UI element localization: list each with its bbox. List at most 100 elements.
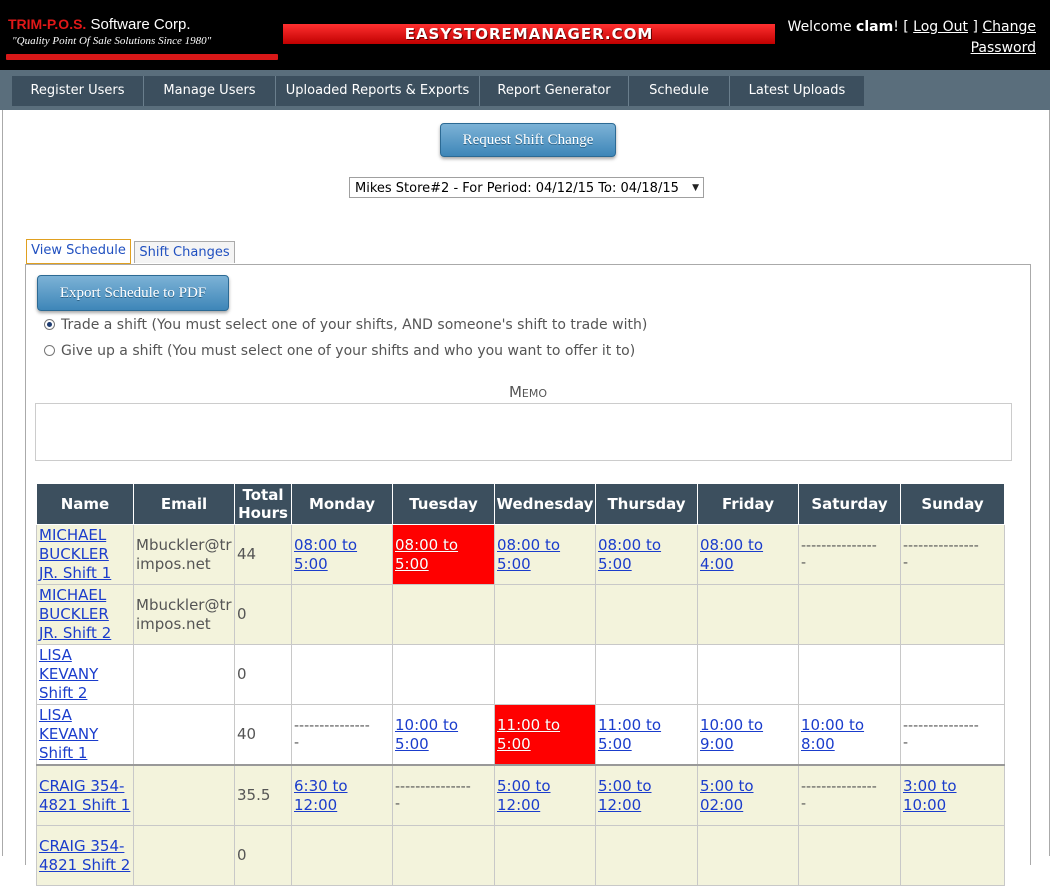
shift-link[interactable]: 08:00 to 5:00 bbox=[395, 536, 458, 573]
employee-name-link[interactable]: LISA KEVANY Shift 1 bbox=[39, 706, 98, 762]
shift-link[interactable]: 6:30 to 12:00 bbox=[294, 777, 348, 814]
company-name: TRIM-P.O.S. Software Corp. bbox=[8, 16, 211, 33]
off-dash: --------------- bbox=[903, 717, 979, 734]
log-out-link[interactable]: Log Out bbox=[913, 19, 968, 35]
shift-cell-sunday bbox=[900, 584, 1005, 645]
employee-name-cell: MICHAEL BUCKLER JR. Shift 1 bbox=[36, 524, 134, 585]
shift-cell-thursday bbox=[595, 584, 698, 645]
shift-cell-tuesday bbox=[392, 644, 495, 705]
off-dash: --------------- bbox=[903, 537, 979, 554]
shift-link[interactable]: 08:00 to 5:00 bbox=[294, 536, 357, 573]
export-pdf-button[interactable]: Export Schedule to PDF bbox=[37, 275, 229, 311]
trade-shift-radio[interactable] bbox=[44, 319, 55, 330]
table-header-row: Name Email Total Hours Monday Tuesday We… bbox=[36, 483, 1005, 525]
period-select[interactable]: Mikes Store#2 - For Period: 04/12/15 To:… bbox=[349, 177, 704, 198]
shift-link[interactable]: 08:00 to 5:00 bbox=[497, 536, 560, 573]
off-dash-tail: - bbox=[903, 554, 909, 571]
col-header-email: Email bbox=[133, 483, 235, 525]
shift-cell-saturday-off: --------------- - bbox=[798, 524, 901, 585]
change-password-link[interactable]: Change Password bbox=[971, 19, 1036, 56]
shift-link[interactable]: 10:00 to 5:00 bbox=[395, 716, 458, 753]
shift-link[interactable]: 3:00 to 10:00 bbox=[903, 777, 957, 814]
username: clam bbox=[856, 19, 894, 35]
nav-latest-uploads[interactable]: Latest Uploads bbox=[730, 76, 864, 106]
nav-register-users[interactable]: Register Users bbox=[12, 76, 144, 106]
shift-cell-sunday: 3:00 to 10:00 bbox=[900, 764, 1005, 826]
off-dash: --------------- bbox=[801, 778, 877, 795]
shift-cell-friday: 08:00 to 4:00 bbox=[697, 524, 799, 585]
nav-uploaded-reports[interactable]: Uploaded Reports & Exports bbox=[276, 76, 480, 106]
welcome-block: Welcome clam! [ Log Out ] Change Passwor… bbox=[787, 19, 1036, 56]
col-header-friday: Friday bbox=[697, 483, 799, 525]
shift-cell-tuesday-off: --------------- - bbox=[392, 764, 495, 826]
shift-link[interactable]: 5:00 to 12:00 bbox=[598, 777, 652, 814]
trade-shift-option[interactable]: Trade a shift (You must select one of yo… bbox=[44, 315, 647, 335]
email-cell: Mbuckler@trimpos.net bbox=[133, 524, 235, 585]
col-header-wednesday: Wednesday bbox=[494, 483, 596, 525]
off-dash: --------------- bbox=[395, 778, 471, 795]
period-selected-value: Mikes Store#2 - For Period: 04/12/15 To:… bbox=[355, 181, 679, 196]
employee-name-cell: MICHAEL BUCKLER JR. Shift 2 bbox=[36, 584, 134, 645]
shift-cell-friday bbox=[697, 584, 799, 645]
shift-cell-sunday bbox=[900, 644, 1005, 705]
employee-name-link[interactable]: CRAIG 354-4821 Shift 1 bbox=[39, 777, 130, 814]
schedule-table: Name Email Total Hours Monday Tuesday We… bbox=[36, 483, 1005, 886]
shift-cell-monday-off: --------------- - bbox=[291, 704, 393, 766]
table-row: LISA KEVANY Shift 1 40 --------------- - … bbox=[36, 704, 1005, 766]
employee-name-cell: CRAIG 354-4821 Shift 1 bbox=[36, 764, 134, 826]
memo-textarea[interactable] bbox=[35, 403, 1012, 461]
page-content: Request Shift Change Mikes Store#2 - For… bbox=[2, 110, 1050, 886]
email-cell bbox=[133, 764, 235, 826]
trade-shift-label: Trade a shift (You must select one of yo… bbox=[61, 317, 648, 333]
shift-cell-friday bbox=[697, 644, 799, 705]
give-up-shift-label: Give up a shift (You must select one of … bbox=[61, 343, 636, 359]
shift-cell-monday bbox=[291, 584, 393, 645]
tab-shift-changes[interactable]: Shift Changes bbox=[134, 241, 235, 263]
employee-name-link[interactable]: CRAIG 354-4821 Shift 2 bbox=[39, 837, 130, 874]
shift-cell-thursday: 08:00 to 5:00 bbox=[595, 524, 698, 585]
company-logo: TRIM-P.O.S. Software Corp. "Quality Poin… bbox=[8, 16, 211, 47]
shift-link[interactable]: 08:00 to 4:00 bbox=[700, 536, 763, 573]
shift-link[interactable]: 10:00 to 8:00 bbox=[801, 716, 864, 753]
employee-name-link[interactable]: LISA KEVANY Shift 2 bbox=[39, 646, 98, 702]
shift-link[interactable]: 5:00 to 02:00 bbox=[700, 777, 754, 814]
shift-cell-thursday bbox=[595, 644, 698, 705]
shift-cell-wednesday: 08:00 to 5:00 bbox=[494, 524, 596, 585]
shift-cell-friday: 10:00 to 9:00 bbox=[697, 704, 799, 766]
shift-link[interactable]: 08:00 to 5:00 bbox=[598, 536, 661, 573]
request-shift-change-button[interactable]: Request Shift Change bbox=[440, 123, 616, 157]
table-row: LISA KEVANY Shift 2 0 bbox=[36, 644, 1005, 705]
col-header-monday: Monday bbox=[291, 483, 393, 525]
shift-cell-monday: 08:00 to 5:00 bbox=[291, 524, 393, 585]
total-hours-cell: 0 bbox=[234, 644, 292, 705]
table-row: CRAIG 354-4821 Shift 1 35.5 6:30 to 12:0… bbox=[36, 764, 1005, 826]
shift-cell-wednesday bbox=[494, 584, 596, 645]
shift-link[interactable]: 10:00 to 9:00 bbox=[700, 716, 763, 753]
shift-link[interactable]: 11:00 to 5:00 bbox=[598, 716, 661, 753]
shift-link[interactable]: 11:00 to 5:00 bbox=[497, 716, 560, 753]
nav-manage-users[interactable]: Manage Users bbox=[144, 76, 276, 106]
shift-cell-tuesday: 10:00 to 5:00 bbox=[392, 704, 495, 766]
brand-name: TRIM-P.O.S. bbox=[8, 16, 87, 32]
shift-cell-sunday-off: --------------- - bbox=[900, 524, 1005, 585]
nav-report-generator[interactable]: Report Generator bbox=[480, 76, 629, 106]
shift-link[interactable]: 5:00 to 12:00 bbox=[497, 777, 551, 814]
employee-name-cell: LISA KEVANY Shift 2 bbox=[36, 644, 134, 705]
logo-underline bbox=[6, 54, 278, 60]
shift-cell-monday bbox=[291, 644, 393, 705]
brand-suffix: Software Corp. bbox=[86, 16, 191, 33]
nav-schedule[interactable]: Schedule bbox=[629, 76, 730, 106]
col-header-name: Name bbox=[36, 483, 134, 525]
give-up-shift-option[interactable]: Give up a shift (You must select one of … bbox=[44, 341, 635, 361]
shift-cell-wednesday: 5:00 to 12:00 bbox=[494, 764, 596, 826]
email-cell bbox=[133, 704, 235, 766]
employee-name-link[interactable]: MICHAEL BUCKLER JR. Shift 1 bbox=[39, 526, 111, 582]
shift-cell-monday: 6:30 to 12:00 bbox=[291, 764, 393, 826]
chevron-down-icon: ▼ bbox=[692, 183, 699, 193]
tab-view-schedule[interactable]: View Schedule bbox=[26, 239, 131, 264]
employee-name-link[interactable]: MICHAEL BUCKLER JR. Shift 2 bbox=[39, 586, 111, 642]
give-up-shift-radio[interactable] bbox=[44, 345, 55, 356]
off-dash: --------------- bbox=[801, 537, 877, 554]
col-header-total-hours: Total Hours bbox=[234, 483, 292, 525]
shift-cell-tuesday-highlighted: 08:00 to 5:00 bbox=[392, 524, 495, 585]
